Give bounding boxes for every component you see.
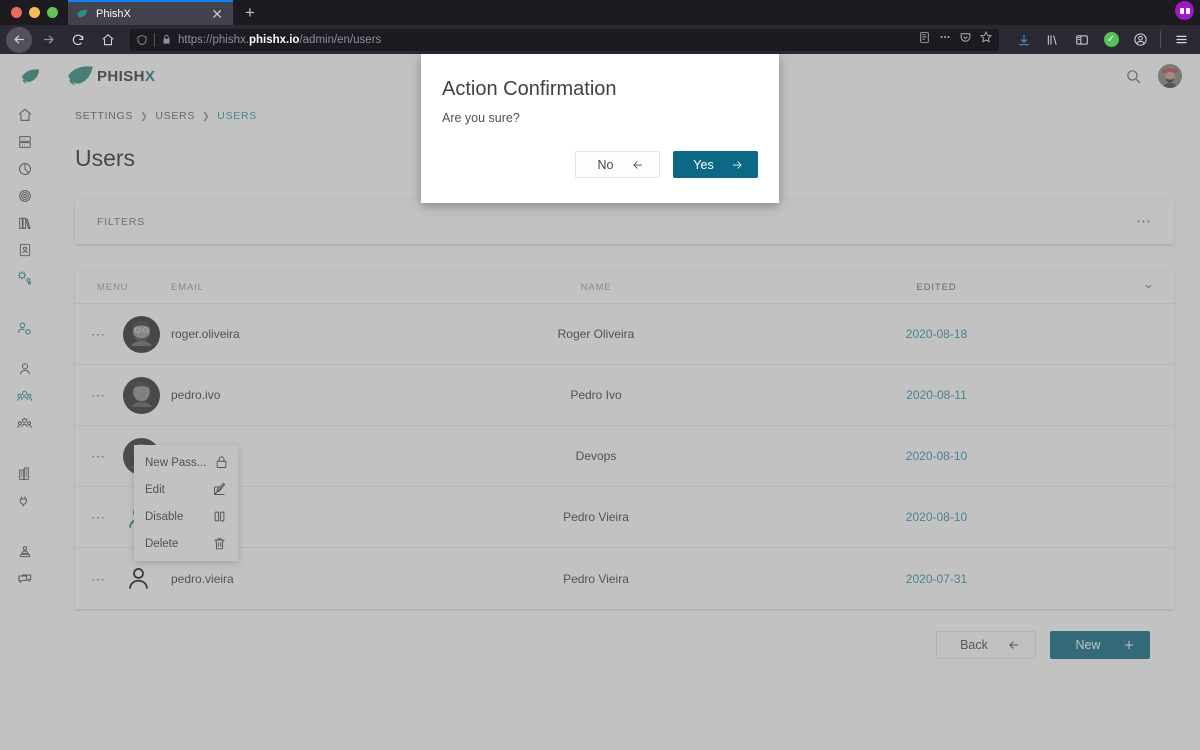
sidebar-icon[interactable] — [1069, 27, 1095, 53]
check-badge-icon[interactable]: ✓ — [1098, 27, 1124, 53]
pocket-icon[interactable] — [959, 31, 972, 49]
url-domain: phishx.io — [248, 33, 300, 46]
home-icon[interactable] — [94, 27, 122, 53]
tab-title: PhishX — [96, 7, 131, 20]
no-button-label: No — [597, 157, 614, 172]
dialog-actions: No Yes — [442, 151, 758, 178]
ellipsis-icon[interactable] — [938, 30, 952, 49]
window-maximize-button[interactable] — [47, 7, 58, 18]
hamburger-menu-icon[interactable] — [1168, 27, 1194, 53]
arrow-right-icon — [730, 158, 744, 172]
dialog-message: Are you sure? — [442, 111, 520, 125]
library-icon[interactable] — [1040, 27, 1066, 53]
account-icon[interactable] — [1127, 27, 1153, 53]
shield-icon[interactable] — [136, 34, 148, 46]
phishx-fish-icon — [76, 7, 89, 20]
close-icon[interactable]: ✕ — [209, 7, 225, 21]
browser-window: PhishX ✕ + https://phishx.phishx.io/admi… — [0, 0, 1200, 750]
url-path: /admin/en/users — [299, 33, 382, 46]
arrow-left-icon — [631, 158, 645, 172]
reload-icon[interactable] — [64, 27, 92, 53]
yes-button[interactable]: Yes — [673, 151, 758, 178]
plus-icon[interactable]: + — [233, 4, 265, 25]
url-bar[interactable]: https://phishx.phishx.io/admin/en/users — [130, 28, 999, 51]
yes-button-label: Yes — [693, 157, 714, 172]
browser-toolbar-right: ✓ — [1007, 27, 1194, 53]
browser-tab-bar: PhishX ✕ + — [0, 0, 1200, 25]
container-mask-icon[interactable] — [1175, 1, 1194, 20]
window-minimize-button[interactable] — [29, 7, 40, 18]
action-confirmation-dialog: Action Confirmation Are you sure? No Yes — [421, 54, 779, 203]
lock-icon[interactable] — [161, 34, 172, 45]
window-controls[interactable] — [0, 7, 68, 25]
window-close-button[interactable] — [11, 7, 22, 18]
url-prefix: https://phishx. — [178, 33, 249, 46]
reader-mode-icon[interactable] — [918, 31, 931, 49]
browser-nav-bar: https://phishx.phishx.io/admin/en/users — [0, 25, 1200, 54]
url-text[interactable]: https://phishx.phishx.io/admin/en/users — [178, 34, 912, 46]
dialog-title: Action Confirmation — [442, 78, 617, 100]
star-icon[interactable] — [979, 30, 993, 49]
arrow-right-icon[interactable] — [34, 27, 62, 53]
arrow-left-icon[interactable] — [6, 26, 32, 53]
download-icon[interactable] — [1011, 27, 1037, 53]
browser-tab[interactable]: PhishX ✕ — [68, 0, 233, 25]
no-button[interactable]: No — [575, 151, 660, 178]
